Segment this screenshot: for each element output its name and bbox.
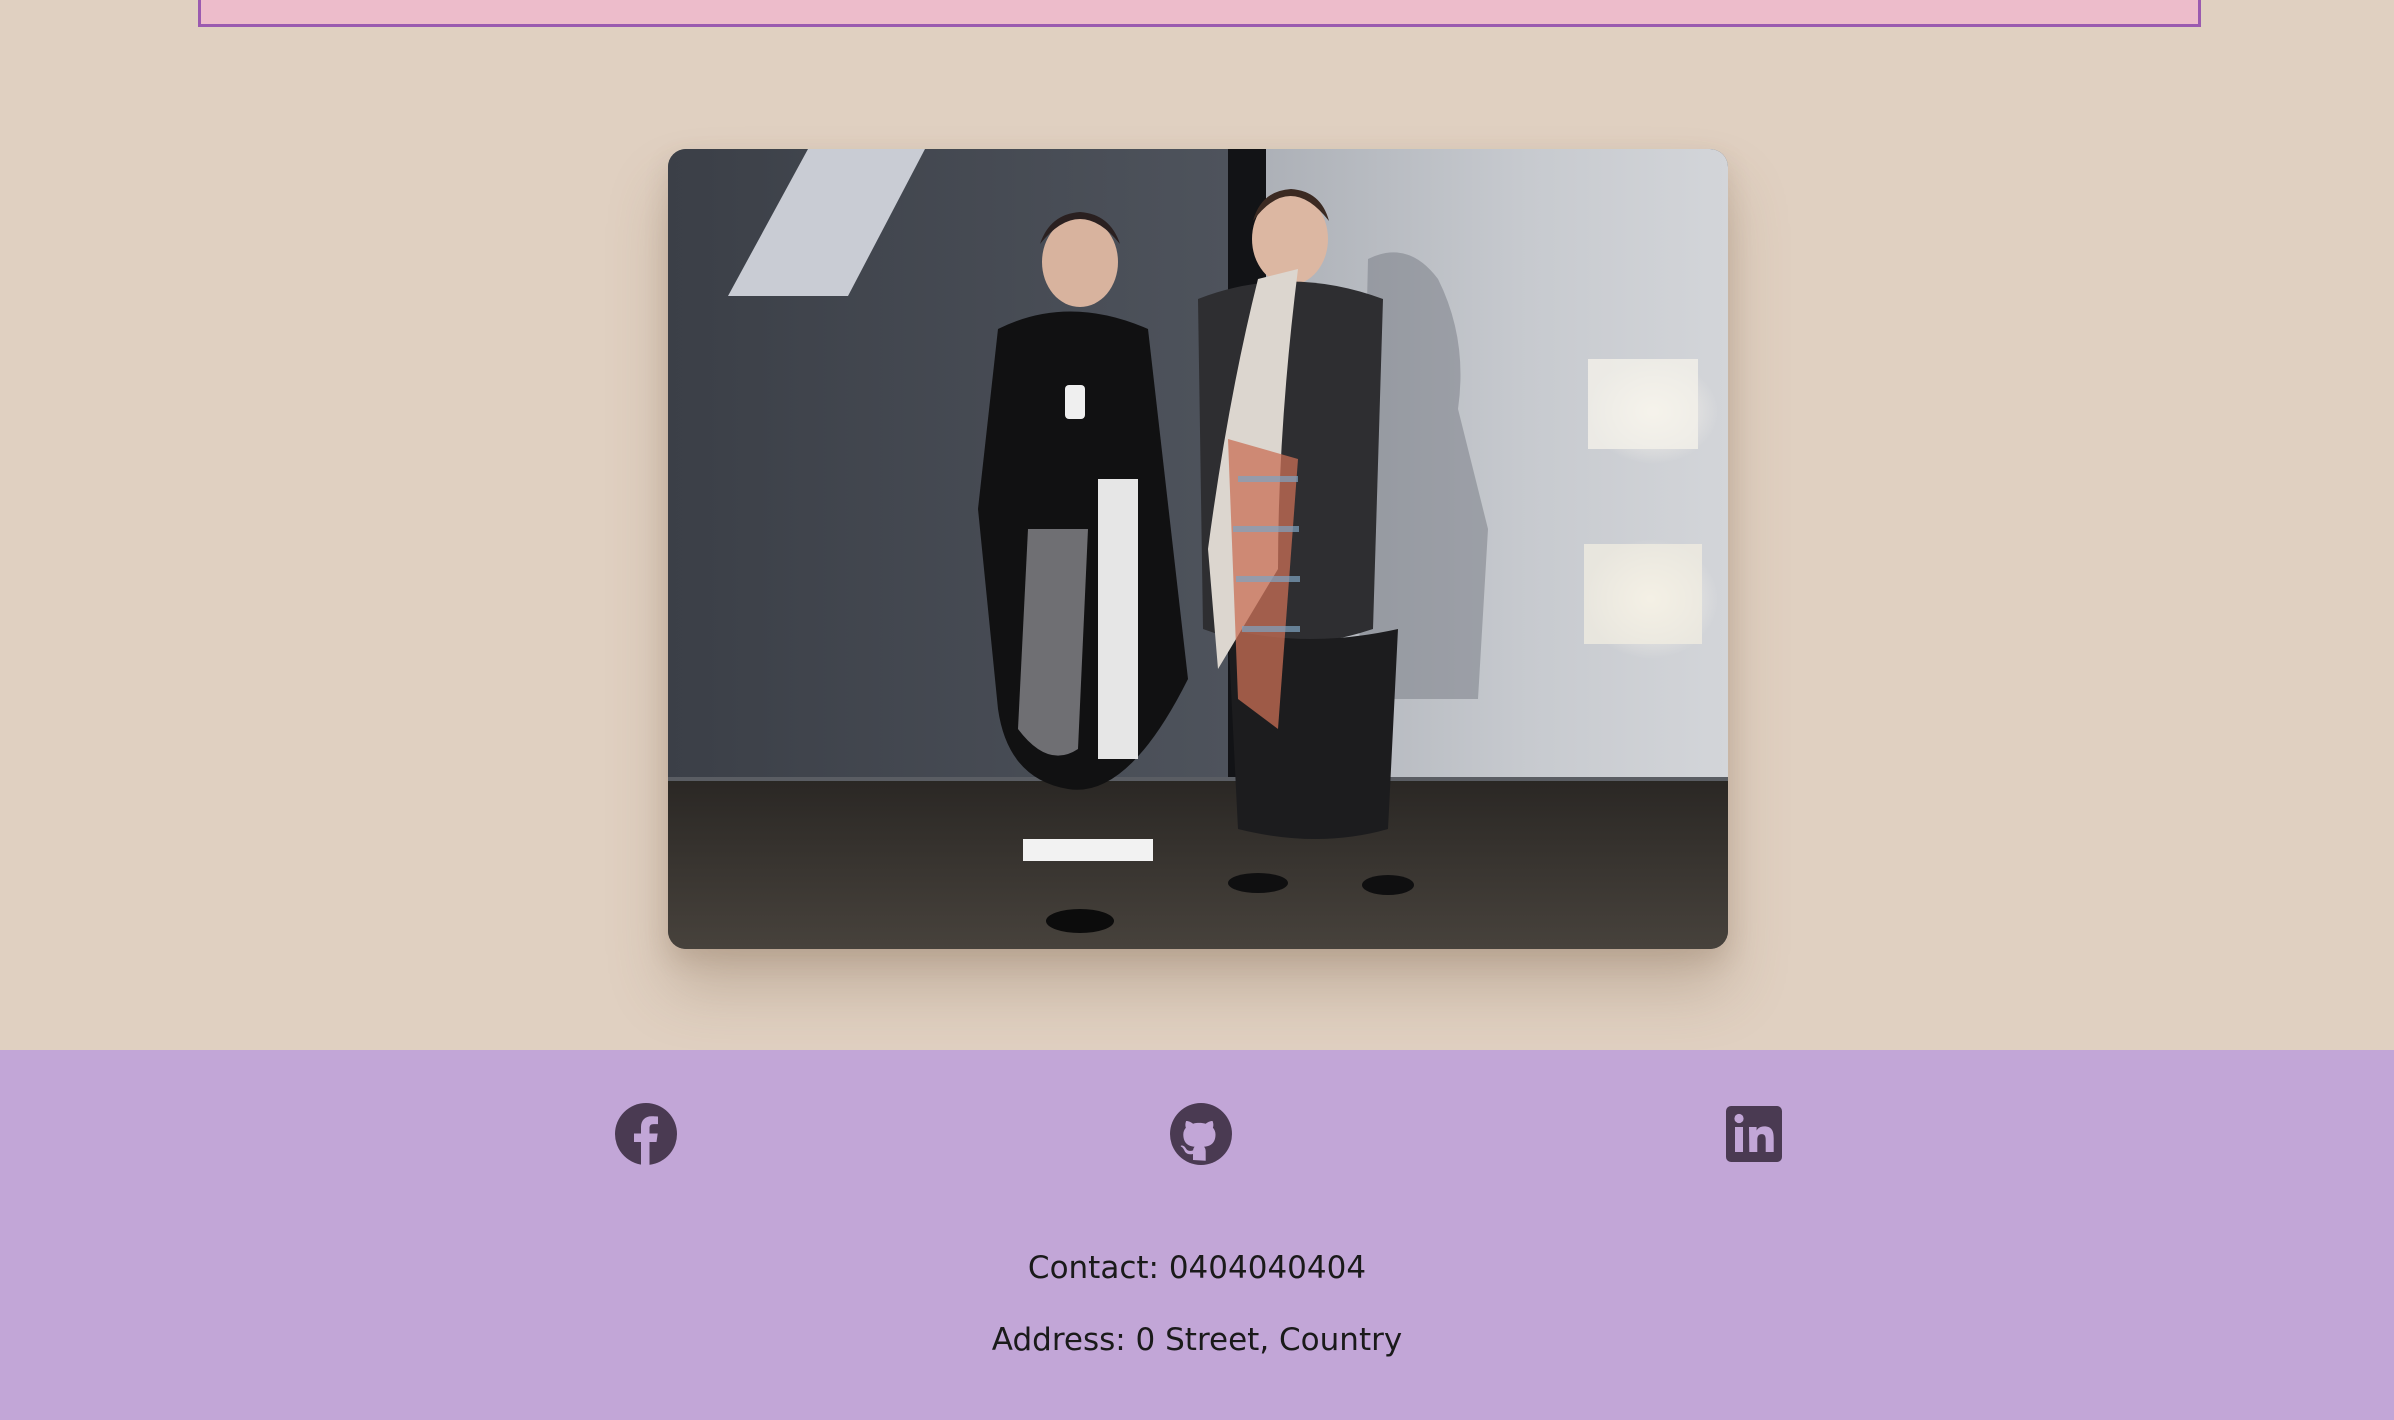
contact-address: Address: 0 Street, Country <box>991 1322 1403 1358</box>
featured-photo <box>668 149 1728 949</box>
facebook-icon <box>615 1103 677 1166</box>
contact-phone: Contact: 0404040404 <box>1027 1250 1367 1286</box>
photo-illustration <box>668 149 1728 949</box>
linkedin-link[interactable] <box>1718 1098 1790 1170</box>
top-banner <box>198 0 2201 27</box>
facebook-link[interactable] <box>610 1098 682 1170</box>
github-link[interactable] <box>1165 1098 1237 1170</box>
github-icon <box>1170 1103 1232 1165</box>
linkedin-icon <box>1726 1106 1782 1162</box>
